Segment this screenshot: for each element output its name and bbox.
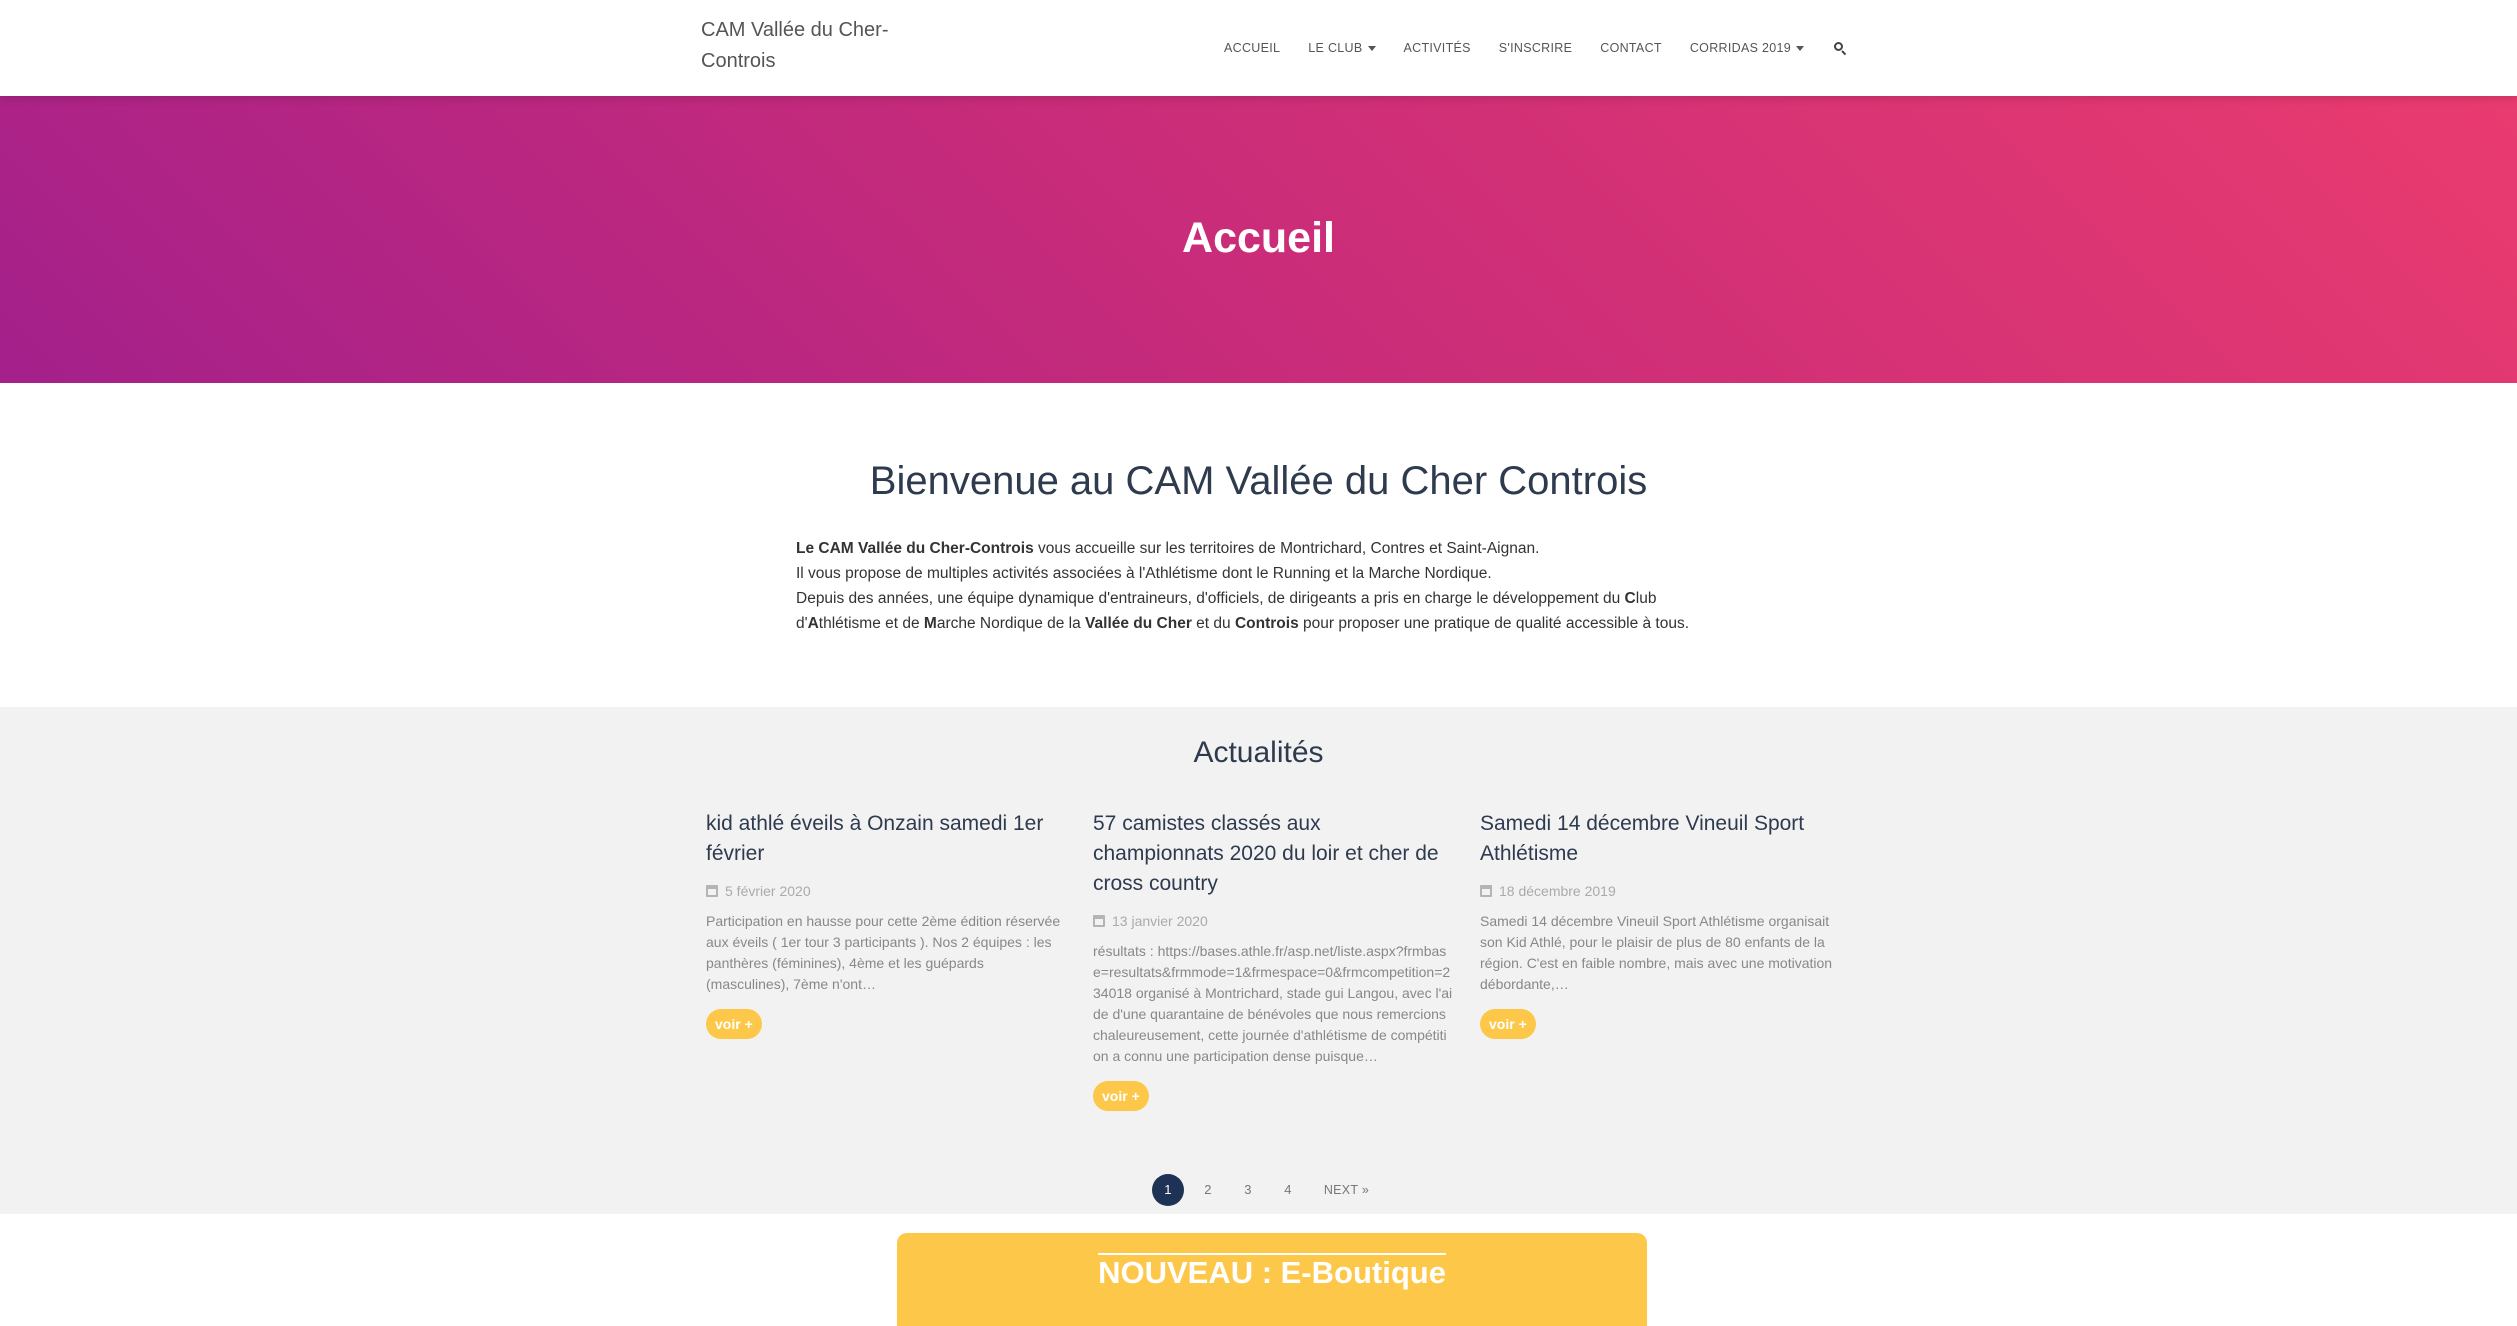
nav-item-sinscrire[interactable]: S'INSCRIRE (1499, 41, 1572, 55)
page-link-2[interactable]: 2 (1192, 1174, 1224, 1206)
welcome-title: Bienvenue au CAM Vallée du Cher Controis (869, 459, 1648, 503)
news-card-date: 18 décembre 2019 (1480, 881, 1840, 901)
calendar-icon (1480, 885, 1492, 897)
news-card-excerpt: Samedi 14 décembre Vineuil Sport Athléti… (1480, 913, 1833, 992)
welcome-line: Depuis des années, une équipe dynamique … (796, 590, 1657, 607)
caret-down-icon (1367, 45, 1376, 51)
news-card-title[interactable]: 57 camistes classés aux championnats 202… (1093, 809, 1453, 899)
page-header: Accueil (0, 96, 2517, 383)
news-card-date: 13 janvier 2020 (1093, 911, 1453, 931)
news-card: Samedi 14 décembre Vineuil Sport Athléti… (1480, 809, 1840, 1039)
welcome-line: Le CAM Vallée du Cher-Controis vous accu… (796, 540, 1540, 557)
nav-item-label: ACTIVITÉS (1403, 41, 1471, 55)
site-brand[interactable]: CAM Vallée du Cher-Controis (701, 15, 941, 77)
boutique-banner[interactable]: NOUVEAU : E-Boutique (897, 1233, 1647, 1326)
calendar-icon (1093, 915, 1105, 927)
read-more-button[interactable]: voir + (1480, 1009, 1536, 1039)
read-more-button[interactable]: voir + (1093, 1081, 1149, 1111)
nav-item-le-club[interactable]: LE CLUB (1308, 41, 1376, 55)
caret-down-icon (1796, 45, 1805, 51)
welcome-text: Le CAM Vallée du Cher-Controis vous accu… (796, 536, 1776, 636)
nav-item-label: LE CLUB (1308, 41, 1363, 55)
nav-item-accueil[interactable]: ACCUEIL (1224, 41, 1280, 55)
nav-search[interactable] (1832, 41, 1847, 55)
news-card: 57 camistes classés aux championnats 202… (1093, 809, 1453, 1111)
navbar: CAM Vallée du Cher-Controis ACCUEIL LE C… (0, 0, 2517, 96)
page-link-1[interactable]: 1 (1151, 1174, 1184, 1206)
news-section: Actualités kid athlé éveils à Onzain sam… (0, 707, 2517, 1214)
nav-item-corridas-2019[interactable]: CORRIDAS 2019 (1689, 41, 1805, 55)
next-page-link[interactable]: NEXT » (1324, 1183, 1369, 1197)
nav-item-label: CONTACT (1600, 41, 1662, 55)
nav-item-activites[interactable]: ACTIVITÉS (1404, 41, 1471, 55)
main-nav: ACCUEIL LE CLUB ACTIVITÉS S'INSCRIRE CON… (1210, 0, 1861, 96)
page-title: Accueil (1182, 214, 1335, 262)
welcome-line: Il vous propose de multiples activités a… (796, 565, 1492, 582)
read-more-button[interactable]: voir + (706, 1009, 762, 1039)
calendar-icon (706, 885, 718, 897)
nav-item-label: S'INSCRIRE (1498, 41, 1573, 55)
news-card-date: 5 février 2020 (706, 881, 1066, 901)
pagination: 1 2 3 4 NEXT » (0, 1174, 2517, 1206)
nav-item-label: CORRIDAS 2019 (1689, 41, 1792, 55)
news-card-title[interactable]: Samedi 14 décembre Vineuil Sport Athléti… (1480, 809, 1840, 869)
nav-item-label: ACCUEIL (1224, 41, 1281, 55)
page-link-3[interactable]: 3 (1232, 1174, 1264, 1206)
welcome-line: d'Athlétisme et de Marche Nordique de la… (796, 615, 1690, 632)
page-link-4[interactable]: 4 (1272, 1174, 1304, 1206)
news-card-excerpt: Participation en hausse pour cette 2ème … (706, 913, 1061, 992)
news-card-excerpt: résultats : https://bases.athle.fr/asp.n… (1093, 943, 1453, 1064)
news-title: Actualités (1193, 736, 1324, 769)
nav-item-contact[interactable]: CONTACT (1600, 41, 1662, 55)
news-card: kid athlé éveils à Onzain samedi 1er fév… (706, 809, 1066, 1039)
news-card-title[interactable]: kid athlé éveils à Onzain samedi 1er fév… (706, 809, 1066, 869)
boutique-title: NOUVEAU : E-Boutique (1098, 1253, 1446, 1290)
search-icon[interactable] (1834, 41, 1847, 55)
